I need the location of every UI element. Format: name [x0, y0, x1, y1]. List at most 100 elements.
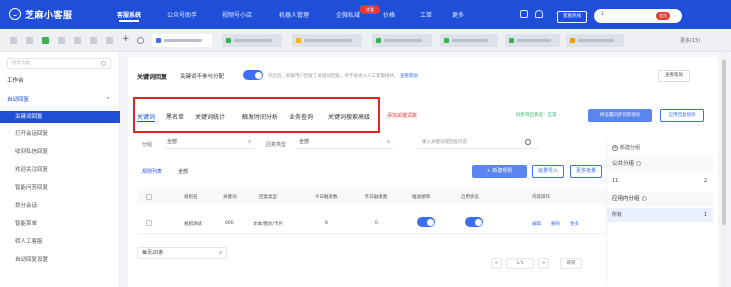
add-keyword-link[interactable]: 添加关键词数 [387, 112, 417, 119]
help-hotline-button[interactable]: 客服热线 [557, 11, 587, 23]
sidebar-search-input[interactable]: 搜索功能 [7, 58, 111, 69]
target-icon[interactable] [137, 37, 144, 44]
sidebar-item-open-reply[interactable]: 打开会话回复 [0, 128, 120, 140]
more-link[interactable]: 更多 [570, 221, 579, 227]
column-header: 今日触发数 [315, 195, 338, 200]
batch-more-button[interactable]: 更多批量 [570, 165, 602, 178]
content-card: 关键词回复 关键词不参与分配 开启后，如果用户回复了关键词回复，将不会进入人工客… [128, 57, 718, 287]
user-menu[interactable]: 1 会员 [594, 9, 682, 23]
subtab-rules[interactable]: 规则列表 [142, 168, 162, 175]
keyword-search-input[interactable]: 输入关键词或回复内容 [418, 137, 538, 149]
group-panel: + 新建分组 公共分组 11 2 应用内分组 所有 1 [606, 137, 713, 285]
next-page-button[interactable]: > [538, 258, 549, 269]
group-row[interactable]: 11 2 [607, 174, 713, 188]
nav-item-sph[interactable]: 视频号小店 [222, 10, 252, 19]
tab-blacklist[interactable]: 黑名单 [166, 112, 184, 121]
help-icon [641, 196, 647, 201]
table-row[interactable]: 规则测试 000 文本/图文/卡片 0 0 编辑 删除 更多 [137, 212, 607, 234]
window-icon[interactable] [10, 37, 17, 44]
select-all-checkbox[interactable] [146, 194, 152, 200]
group-filter-label: 分组 [142, 142, 153, 148]
browser-tab[interactable] [440, 34, 498, 47]
window-icon[interactable] [90, 37, 97, 44]
apply-rules-button[interactable]: 应用回复规则 [660, 109, 704, 122]
browser-tab[interactable] [505, 34, 560, 47]
sidebar-item-label: 自动回复 [7, 97, 30, 103]
push-guarantee-toggle[interactable] [417, 217, 435, 227]
batch-import-button[interactable]: 批量导入 [532, 165, 564, 178]
scrollbar-thumb[interactable] [722, 60, 726, 225]
tab-advanced-search[interactable]: 关键词搜索高级 [328, 112, 370, 121]
more-tabs-button[interactable]: 更多(15) [680, 37, 700, 44]
new-group-button[interactable]: + 新建分组 [612, 144, 640, 151]
tab-keyword-stats[interactable]: 关键词统计 [195, 112, 225, 121]
bell-icon[interactable] [535, 10, 543, 18]
public-group-header: 公共分组 [607, 157, 713, 171]
new-tab-plus-icon[interactable]: + [122, 34, 130, 44]
nav-item-robot[interactable]: 机器人管理 [279, 10, 309, 19]
description-text: 开启后，如果用户回复了关键词回复，将不会进入人工客服接待。 [268, 74, 399, 79]
page-subtitle: 关键词不参与分配 [180, 74, 225, 80]
nav-item-price[interactable]: 价格 [383, 10, 395, 19]
browser-tabstrip: + 更多(15) [0, 29, 731, 52]
description-help-link[interactable]: 查看帮助 [400, 74, 418, 79]
window-icon[interactable] [106, 37, 113, 44]
reply-type-select[interactable]: 全部 v [296, 137, 393, 149]
tab-trigger-analysis[interactable]: 触发时间分析 [242, 112, 278, 121]
group-row[interactable]: 所有 1 [607, 208, 713, 222]
subtab-all[interactable]: 全部 [178, 168, 188, 175]
nav-item-gzh[interactable]: 公众号助手 [167, 10, 197, 19]
delete-link[interactable]: 删除 [551, 221, 560, 227]
nav-item-ticket[interactable]: 工单 [420, 10, 432, 19]
tab-keyword[interactable]: 关键词 [137, 112, 156, 122]
sidebar-item-label: 智能问答回复 [15, 185, 49, 191]
sidebar-item-label: 关键词回复 [15, 114, 43, 120]
page-size-select[interactable]: 每页20条 v [137, 247, 227, 259]
browser-tab[interactable] [566, 34, 624, 47]
nav-item-qwsy[interactable]: 企微私域 [336, 10, 360, 19]
browser-tab[interactable] [372, 34, 432, 47]
group-filter-select[interactable]: 全部 v [164, 137, 254, 149]
sidebar-item-autoreply[interactable]: 自动回复 ^ [0, 94, 120, 106]
row-checkbox[interactable] [146, 220, 152, 226]
sync-settings-button[interactable]: 将设置同步到其他号 [588, 109, 652, 122]
sidebar-item-keyword-reply[interactable]: 关键词回复 [0, 111, 120, 123]
search-icon[interactable] [525, 139, 531, 145]
sidebar-item-workbench[interactable]: 工作台 [0, 75, 120, 87]
plus-circle-icon: + [612, 145, 618, 151]
chevron-down-icon: v [387, 139, 390, 145]
new-rule-button[interactable]: + 新建规则 [472, 165, 527, 178]
sidebar-item-label: 欢迎关注回复 [15, 167, 49, 173]
column-header: 启用状态 [461, 195, 479, 200]
tab-business-query[interactable]: 业务查询 [289, 112, 313, 121]
sidebar-item-dm-reply[interactable]: 收到私信回复 [0, 146, 120, 158]
new-group-label: 新建分组 [620, 145, 641, 151]
window-icon[interactable] [26, 37, 33, 44]
edit-link[interactable]: 编辑 [532, 221, 541, 227]
browser-tab[interactable] [152, 34, 212, 47]
new-rule-label: 新建规则 [492, 168, 513, 174]
window-icon[interactable] [58, 37, 65, 44]
screen-icon[interactable] [520, 10, 528, 18]
nav-item-kefu[interactable]: 客服系统 [117, 10, 141, 22]
search-placeholder: 输入关键词或回复内容 [422, 140, 467, 145]
sidebar-item-menu[interactable]: 智能菜单 [0, 218, 120, 230]
sidebar-item-follow-reply[interactable]: 欢迎关注回复 [0, 164, 120, 176]
enable-status-toggle[interactable] [465, 217, 483, 227]
chevron-down-icon: v [219, 250, 222, 256]
sidebar-item-session[interactable]: 划分会话 [0, 200, 120, 212]
help-button[interactable]: 查看帮助 [658, 70, 690, 82]
nav-item-more[interactable]: 更多 [452, 10, 464, 19]
browser-tab[interactable] [292, 34, 362, 47]
sidebar-item-label: 划分会话 [15, 203, 38, 209]
browser-tab[interactable] [222, 34, 282, 47]
logo[interactable]: 芝麻小客服 [9, 7, 73, 21]
prev-page-button[interactable]: < [491, 258, 502, 269]
sidebar-item-human[interactable]: 转人工客服 [0, 236, 120, 248]
app-icon[interactable] [42, 37, 49, 44]
jump-page-button[interactable]: 跳转 [560, 258, 582, 269]
sidebar-item-qa-reply[interactable]: 智能问答回复 [0, 182, 120, 194]
no-assign-toggle[interactable] [243, 70, 263, 80]
sidebar-item-settings[interactable]: 自动回复设置 [0, 254, 120, 266]
window-icon[interactable] [74, 37, 81, 44]
